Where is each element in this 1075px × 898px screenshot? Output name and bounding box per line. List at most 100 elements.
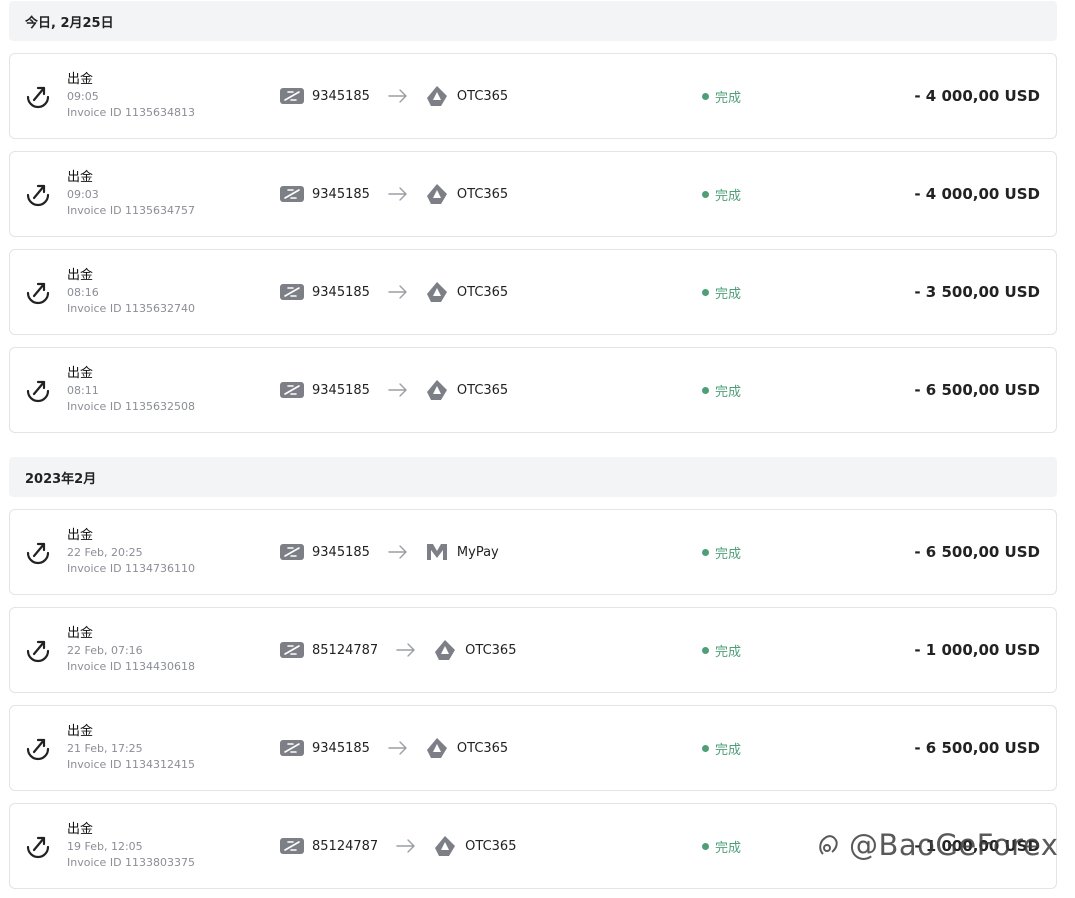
transaction-amount: - 6 500,00 USD [914,543,1040,561]
source-account-number: 9345185 [312,382,370,398]
arrow-right-icon [396,839,415,853]
transaction-type: 出金 [67,528,94,543]
invoice-id: Invoice ID 1134312415 [67,758,196,771]
transaction-type: 出金 [67,268,94,283]
trading-account-icon [280,740,304,756]
withdraw-icon [26,640,50,663]
otc365-logo-icon [426,380,447,400]
status-dot-icon [702,647,709,654]
transaction-row[interactable]: 出金 21 Feb, 17:25 Invoice ID 1134312415 9… [9,705,1057,791]
source-account-number: 85124787 [312,642,379,658]
transaction-time: 19 Feb, 12:05 [67,840,143,853]
transaction-info: 出金 08:11 Invoice ID 1135632508 [67,365,195,415]
transaction-row[interactable]: 出金 09:03 Invoice ID 1135634757 9345185 O… [9,151,1057,237]
transaction-row[interactable]: 出金 08:16 Invoice ID 1135632740 9345185 O… [9,249,1057,335]
withdraw-icon [26,184,50,207]
transaction-row[interactable]: 出金 09:05 Invoice ID 1135634813 9345185 O… [9,53,1057,139]
watermark: @BaoGeForex [815,828,1058,862]
withdraw-icon [26,738,50,761]
transaction-info: 出金 21 Feb, 17:25 Invoice ID 1134312415 [67,723,195,773]
transaction-info: 出金 09:03 Invoice ID 1135634757 [67,169,195,219]
status-badge: 完成 [702,837,741,856]
watermark-text: @BaoGeForex [849,828,1059,862]
weibo-logo-icon [819,835,838,855]
transaction-type: 出金 [67,626,94,641]
transaction-row[interactable]: 出金 08:11 Invoice ID 1135632508 9345185 O… [9,347,1057,433]
transaction-time: 08:16 [67,286,99,299]
destination-name: OTC365 [456,284,509,300]
status-badge: 完成 [702,641,741,660]
arrow-right-icon [388,545,407,559]
destination-name: OTC365 [456,88,509,104]
source-account-number: 9345185 [312,88,370,104]
status-label: 完成 [715,189,742,204]
source-account-number: 85124787 [312,838,379,854]
transaction-type: 出金 [67,724,94,739]
invoice-id: Invoice ID 1135634813 [67,106,196,119]
transaction-row[interactable]: 出金 22 Feb, 20:25 Invoice ID 1134736110 9… [9,509,1057,595]
invoice-id: Invoice ID 1133803375 [67,856,196,869]
transaction-info: 出金 22 Feb, 20:25 Invoice ID 1134736110 [67,527,195,577]
invoice-id: Invoice ID 1134430618 [67,660,196,673]
transfer-route: 9345185 OTC365 [280,281,508,303]
arrow-right-icon [388,285,407,299]
transaction-type: 出金 [67,72,94,87]
status-dot-icon [702,289,709,296]
status-label: 完成 [715,547,742,562]
transaction-type: 出金 [67,366,94,381]
transfer-route: 9345185 OTC365 [280,183,508,205]
withdraw-icon [26,836,50,859]
otc365-logo-icon [426,738,447,758]
status-dot-icon [702,843,709,850]
trading-account-icon [280,544,304,560]
withdraw-icon [26,380,50,403]
status-badge: 完成 [702,87,741,106]
transaction-info: 出金 22 Feb, 07:16 Invoice ID 1134430618 [67,625,195,675]
status-label: 完成 [715,385,742,400]
status-label: 完成 [715,91,742,106]
destination-name: OTC365 [465,838,517,854]
status-dot-icon [702,93,709,100]
transaction-row[interactable]: 出金 22 Feb, 07:16 Invoice ID 1134430618 8… [9,607,1057,693]
transfer-route: 9345185 OTC365 [280,737,508,759]
transaction-type: 出金 [67,822,94,837]
status-badge: 完成 [702,543,741,562]
trading-account-icon [280,88,304,104]
arrow-right-icon [388,89,407,103]
status-label: 完成 [715,743,742,758]
mypay-logo-icon [426,544,447,560]
status-badge: 完成 [702,283,741,302]
trading-account-icon [280,838,304,854]
transaction-amount: - 6 500,00 USD [914,739,1040,757]
arrow-right-icon [396,643,415,657]
trading-account-icon [280,642,304,658]
transaction-amount: - 1 000,00 USD [914,641,1040,659]
invoice-id: Invoice ID 1135632740 [67,302,196,315]
status-dot-icon [702,387,709,394]
transaction-time: 22 Feb, 07:16 [67,644,143,657]
transaction-time: 21 Feb, 17:25 [67,742,143,755]
group-header-label: 2023年2月 [25,471,97,487]
transfer-route: 85124787 OTC365 [280,835,516,857]
arrow-right-icon [388,383,407,397]
otc365-logo-icon [426,282,447,302]
status-badge: 完成 [702,185,741,204]
transaction-time: 09:05 [67,90,99,103]
group-header-month: 2023年2月 [9,457,1057,497]
otc365-logo-icon [426,86,447,106]
source-account-number: 9345185 [312,544,370,560]
status-badge: 完成 [702,739,741,758]
transaction-amount: - 3 500,00 USD [914,283,1040,301]
status-badge: 完成 [702,381,741,400]
group-header-label: 今日, 2月25日 [25,15,114,31]
otc365-logo-icon [435,640,456,660]
transaction-amount: - 4 000,00 USD [914,185,1040,203]
trading-account-icon [280,382,304,398]
source-account-number: 9345185 [312,284,370,300]
status-label: 完成 [715,841,742,856]
transaction-time: 09:03 [67,188,99,201]
invoice-id: Invoice ID 1135632508 [67,400,196,413]
source-account-number: 9345185 [312,186,370,202]
withdraw-icon [26,86,50,109]
otc365-logo-icon [426,184,447,204]
